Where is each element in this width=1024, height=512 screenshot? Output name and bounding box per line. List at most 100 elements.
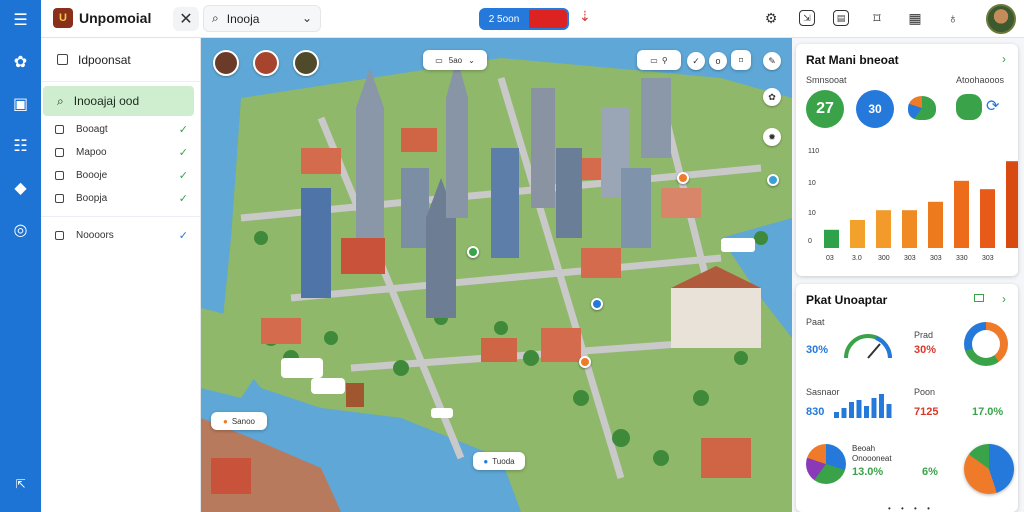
puzzle-icon[interactable]: ✿: [11, 52, 31, 72]
sparkline-bar: [879, 394, 884, 418]
close-button[interactable]: ✕: [173, 7, 199, 31]
check-button[interactable]: ✓: [687, 52, 705, 70]
chart-bar: [1006, 161, 1018, 248]
alert-swatch[interactable]: [529, 8, 569, 30]
compass-button[interactable]: ✹: [763, 128, 781, 146]
map-pin[interactable]: [591, 298, 603, 310]
locate-button[interactable]: ✿: [763, 88, 781, 106]
map-pin[interactable]: [467, 246, 479, 258]
map-tools-chip[interactable]: ▭ ⚲: [637, 50, 681, 70]
toggle-button[interactable]: o: [709, 52, 727, 70]
y-tick-label: 0: [808, 238, 812, 245]
map-user-avatar[interactable]: [213, 50, 239, 76]
side-item-active[interactable]: ⌕ Inooajaj ood: [43, 86, 194, 116]
image-icon[interactable]: ▣: [11, 94, 31, 114]
panel-icon: [57, 54, 68, 65]
side-item[interactable]: Boooje ✓: [41, 164, 200, 187]
bookmark-icon[interactable]: ⌑: [867, 7, 887, 29]
bar-chart: 0 10 10 110 03 3.0 300 303 303 330 303: [808, 148, 1018, 262]
x-tick-label: 300: [878, 255, 890, 262]
metric-sublabel: Onoooneat: [852, 454, 892, 463]
calendar-icon[interactable]: ▦: [905, 7, 925, 29]
stats-card: Rat Mani bneoat › Smnsooat Atoohaooos 27…: [796, 44, 1018, 276]
chart-bar: [954, 180, 969, 248]
chevron-right-icon[interactable]: ›: [1002, 52, 1006, 66]
map-label-chip[interactable]: ● Tuoda: [473, 452, 525, 470]
export-icon[interactable]: ⇲: [799, 10, 815, 26]
side-panel: Idpoonsat ⌕ Inooajaj ood Booagt ✓ Mapoo …: [41, 38, 201, 512]
tag-icon[interactable]: ◆: [11, 178, 31, 198]
check-icon: ✓: [178, 193, 188, 205]
side-item-active-label: Inooajaj ood: [73, 94, 140, 108]
y-tick-label: 10: [808, 210, 816, 217]
card-label: Smnsooat: [806, 75, 847, 85]
location-icon[interactable]: ◎: [11, 220, 31, 240]
metric-circle-green: 27: [806, 90, 844, 128]
checkbox-icon: [55, 148, 64, 157]
donut-chart: [964, 322, 1008, 366]
notification-icon[interactable]: ♁: [943, 7, 963, 29]
side-item[interactable]: Mapoo ✓: [41, 141, 200, 164]
filter-chip[interactable]: ⌑: [731, 50, 751, 70]
chart-bar: [980, 189, 995, 248]
side-panel-header[interactable]: Idpoonsat: [41, 38, 200, 82]
metric-value: 13.0%: [852, 466, 884, 478]
map-pin[interactable]: [767, 174, 779, 186]
sparkline-bar: [841, 408, 847, 418]
sparkline-bar: [864, 406, 869, 418]
map-chip-label: Tuoda: [492, 456, 515, 466]
chart-bar: [928, 201, 943, 248]
search-box[interactable]: ⌕ ⌄: [203, 5, 321, 32]
chart-bar: [850, 220, 865, 248]
refresh-icon: ⟳: [986, 98, 1000, 115]
side-item[interactable]: Boopja ✓: [41, 187, 200, 210]
status-pill[interactable]: 2 5oon: [479, 8, 529, 30]
search-input[interactable]: [226, 11, 287, 26]
search-icon: ⌕: [212, 11, 219, 25]
app-logo: U: [53, 8, 73, 28]
share-icon[interactable]: ⇱: [11, 474, 31, 494]
side-item[interactable]: Noooors ✓: [41, 216, 200, 246]
map-pin[interactable]: [677, 172, 689, 184]
user-avatar[interactable]: [986, 4, 1016, 34]
list-icon[interactable]: ☷: [11, 136, 31, 156]
summary-card: Pkat Unoaptar › Paat 30% Prad 30% Sasnao…: [796, 284, 1018, 512]
city-map[interactable]: ▭ 5ao ⌄ ▭ ⚲ ✓ o ⌑ ✎ ✿ ✹ ● Sanoo ● Tuoda: [201, 38, 792, 512]
card-title: Rat Mani bneoat: [806, 53, 899, 67]
chevron-right-icon[interactable]: ›: [1002, 292, 1006, 306]
map-user-avatar[interactable]: [293, 50, 319, 76]
metric-label: Poon: [914, 387, 936, 397]
side-panel-title: Idpoonsat: [78, 52, 131, 67]
side-item-label: Mapoo: [76, 147, 107, 158]
x-tick-label: 303: [982, 255, 994, 262]
pin-icon[interactable]: ⇣: [579, 8, 591, 25]
map-layer-chip[interactable]: ▭ 5ao ⌄: [423, 50, 487, 70]
gauge-icon: [844, 334, 892, 359]
map-user-avatar[interactable]: [253, 50, 279, 76]
chevron-down-icon[interactable]: ⌄: [302, 11, 312, 25]
pagination-dots[interactable]: • • • •: [888, 504, 934, 512]
metric-label: Paat: [806, 317, 825, 327]
menu-icon[interactable]: ☰: [11, 10, 31, 30]
metric-value: 830: [806, 406, 825, 418]
side-item[interactable]: Booagt ✓: [41, 118, 200, 141]
panel-icon[interactable]: [974, 294, 984, 302]
sparkline-bars: [834, 394, 892, 418]
pin-icon: ⚲: [661, 55, 668, 65]
metric-value: 6%: [922, 466, 938, 478]
card-label: Atoohaooos: [956, 75, 1005, 85]
map-pin[interactable]: [579, 356, 591, 368]
document-icon[interactable]: ▤: [833, 10, 849, 26]
map-label-chip[interactable]: ● Sanoo: [211, 412, 267, 430]
x-tick-label: 3.0: [852, 255, 862, 262]
top-bar: U Unpomoial ✕ ⌕ ⌄ 2 5oon ⇣ ⚙ ⇲ ▤ ⌑ ▦ ♁: [41, 0, 1024, 38]
check-icon: ✓: [178, 230, 188, 242]
settings-icon[interactable]: ⚙: [761, 7, 781, 29]
sparkline-bar: [871, 398, 877, 418]
layers-icon: ▭: [650, 55, 658, 65]
edit-button[interactable]: ✎: [763, 52, 781, 70]
map-chip-label: Sanoo: [231, 416, 255, 426]
metric-value: 30%: [914, 344, 937, 356]
pie-chart: [806, 444, 846, 484]
metric-value: 30%: [806, 344, 829, 356]
